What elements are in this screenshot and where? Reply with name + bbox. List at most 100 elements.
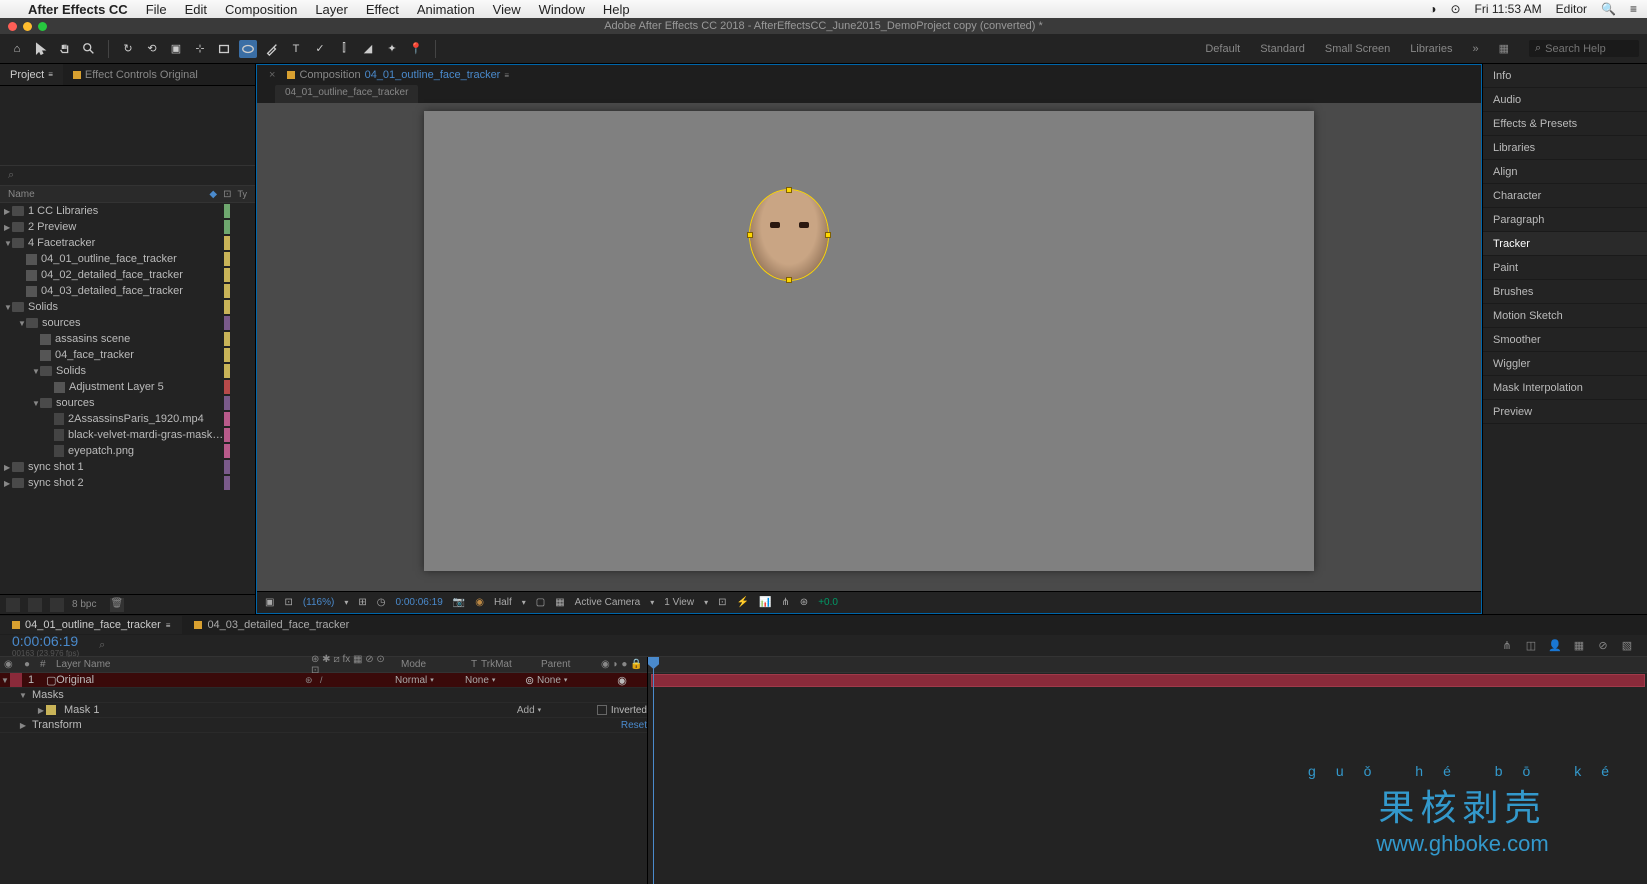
project-item[interactable]: ▼Solids: [0, 363, 255, 379]
workspace-standard[interactable]: Standard: [1260, 43, 1305, 55]
color-tag[interactable]: [224, 268, 230, 282]
workspace-libraries[interactable]: Libraries: [1410, 43, 1452, 55]
project-item[interactable]: ▼sources: [0, 315, 255, 331]
project-item[interactable]: ▼sources: [0, 395, 255, 411]
project-tab[interactable]: Project≡: [0, 64, 63, 85]
panel-motion-sketch[interactable]: Motion Sketch: [1483, 304, 1647, 328]
project-item[interactable]: ▼Solids: [0, 299, 255, 315]
project-item[interactable]: 04_02_detailed_face_tracker: [0, 267, 255, 283]
menu-composition[interactable]: Composition: [225, 2, 297, 17]
ellipse-tool[interactable]: [239, 40, 257, 58]
color-tag[interactable]: [224, 428, 230, 442]
maximize-window-button[interactable]: [38, 22, 47, 31]
viewer-timecode[interactable]: 0:00:06:19: [395, 597, 442, 608]
exposure-reset-icon[interactable]: ⊛: [800, 597, 808, 608]
menu-edit[interactable]: Edit: [185, 2, 207, 17]
color-tag[interactable]: [224, 236, 230, 250]
mask-shape[interactable]: [749, 189, 829, 281]
roto-tool[interactable]: ✦: [383, 40, 401, 58]
twirl-icon[interactable]: ▼: [4, 303, 12, 312]
draft-3d-icon[interactable]: ◫: [1523, 638, 1539, 654]
pan-behind-tool[interactable]: ⊹: [191, 40, 209, 58]
color-tag[interactable]: [224, 300, 230, 314]
panel-paragraph[interactable]: Paragraph: [1483, 208, 1647, 232]
panel-info[interactable]: Info: [1483, 64, 1647, 88]
tag-column-icon[interactable]: ◆: [209, 189, 217, 200]
resolution-dropdown[interactable]: Half: [494, 597, 512, 608]
panel-character[interactable]: Character: [1483, 184, 1647, 208]
menu-layer[interactable]: Layer: [315, 2, 348, 17]
timeline-graph[interactable]: [648, 657, 1647, 884]
mask-handle-right[interactable]: [825, 232, 831, 238]
camera-tool[interactable]: ▣: [167, 40, 185, 58]
color-tag[interactable]: [224, 332, 230, 346]
comp-mini-flowchart-icon[interactable]: ⋔: [1499, 638, 1515, 654]
twirl-icon[interactable]: ▶: [4, 479, 12, 488]
frame-blend-icon[interactable]: ▦: [1571, 638, 1587, 654]
timeline-tab[interactable]: 04_01_outline_face_tracker ≡: [0, 616, 182, 634]
roi-icon[interactable]: ▢: [536, 597, 545, 608]
panel-align[interactable]: Align: [1483, 160, 1647, 184]
close-window-button[interactable]: [8, 22, 17, 31]
rectangle-tool[interactable]: [215, 40, 233, 58]
composition-name-link[interactable]: 04_01_outline_face_tracker: [365, 69, 501, 81]
panel-brushes[interactable]: Brushes: [1483, 280, 1647, 304]
color-tag[interactable]: [224, 220, 230, 234]
clone-tool[interactable]: ⫿: [335, 40, 353, 58]
workspace-small-screen[interactable]: Small Screen: [1325, 43, 1390, 55]
project-item[interactable]: eyepatch.png: [0, 443, 255, 459]
project-item[interactable]: 2AssassinsParis_1920.mp4: [0, 411, 255, 427]
project-item[interactable]: Adjustment Layer 5: [0, 379, 255, 395]
menu-view[interactable]: View: [493, 2, 521, 17]
always-preview-icon[interactable]: ▣: [265, 597, 274, 608]
mask-handle-top[interactable]: [786, 187, 792, 193]
mask-mode-dropdown[interactable]: Add▾: [517, 705, 577, 716]
timecode-icon[interactable]: ◷: [377, 597, 386, 608]
editor-menu[interactable]: Editor: [1556, 2, 1587, 16]
project-tree[interactable]: ▶1 CC Libraries▶2 Preview▼4 Facetracker0…: [0, 203, 255, 594]
snapshot-button[interactable]: 📷: [453, 597, 465, 608]
menu-icon[interactable]: ≡: [1630, 2, 1637, 16]
timeline-tab[interactable]: 04_03_detailed_face_tracker: [182, 616, 361, 634]
project-item[interactable]: ▶sync shot 2: [0, 475, 255, 491]
twirl-icon[interactable]: ▼: [32, 399, 40, 408]
menu-window[interactable]: Window: [539, 2, 585, 17]
panel-wiggler[interactable]: Wiggler: [1483, 352, 1647, 376]
status-icon[interactable]: ◑: [1429, 2, 1436, 16]
layer-name[interactable]: Original: [56, 674, 94, 686]
mask-inverted-checkbox[interactable]: Inverted: [597, 705, 647, 716]
layer-name-header[interactable]: Layer Name: [52, 659, 307, 670]
help-search-input[interactable]: [1545, 43, 1625, 55]
workspace-more-icon[interactable]: »: [1472, 43, 1478, 55]
twirl-icon[interactable]: ▶: [4, 223, 12, 232]
selection-tool[interactable]: [32, 40, 50, 58]
views-dropdown[interactable]: 1 View: [664, 597, 694, 608]
menu-animation[interactable]: Animation: [417, 2, 475, 17]
trkmat-dropdown[interactable]: None▾: [465, 675, 525, 686]
puppet-tool[interactable]: 📍: [407, 40, 425, 58]
workspace-default[interactable]: Default: [1205, 43, 1240, 55]
transform-group-row[interactable]: ▶ Transform Reset: [0, 718, 647, 733]
hand-tool[interactable]: [56, 40, 74, 58]
menu-file[interactable]: File: [146, 2, 167, 17]
clock[interactable]: Fri 11:53 AM: [1475, 2, 1542, 16]
masks-twirl-icon[interactable]: ▼: [18, 691, 28, 700]
timeline-search-icon[interactable]: ⌕: [99, 639, 105, 652]
project-item[interactable]: assasins scene: [0, 331, 255, 347]
menu-help[interactable]: Help: [603, 2, 630, 17]
twirl-icon[interactable]: ▶: [4, 463, 12, 472]
pen-tool[interactable]: [263, 40, 281, 58]
project-search-input[interactable]: [14, 170, 247, 182]
transform-twirl-icon[interactable]: ▶: [18, 721, 28, 730]
layer-row-1[interactable]: ▼ 1 ▢ Original ⊛ / Normal▾ None▾ ⊚ None▾…: [0, 673, 647, 688]
color-tag[interactable]: [224, 460, 230, 474]
project-item[interactable]: 04_03_detailed_face_tracker: [0, 283, 255, 299]
resolution-icon[interactable]: ⊞: [358, 597, 366, 608]
exposure-value[interactable]: +0.0: [818, 597, 838, 608]
project-item[interactable]: ▶sync shot 1: [0, 459, 255, 475]
color-tag[interactable]: [224, 252, 230, 266]
mask-handle-left[interactable]: [747, 232, 753, 238]
twirl-icon[interactable]: ▼: [4, 239, 12, 248]
current-timecode[interactable]: 0:00:06:19: [12, 633, 79, 649]
zoom-tool[interactable]: [80, 40, 98, 58]
